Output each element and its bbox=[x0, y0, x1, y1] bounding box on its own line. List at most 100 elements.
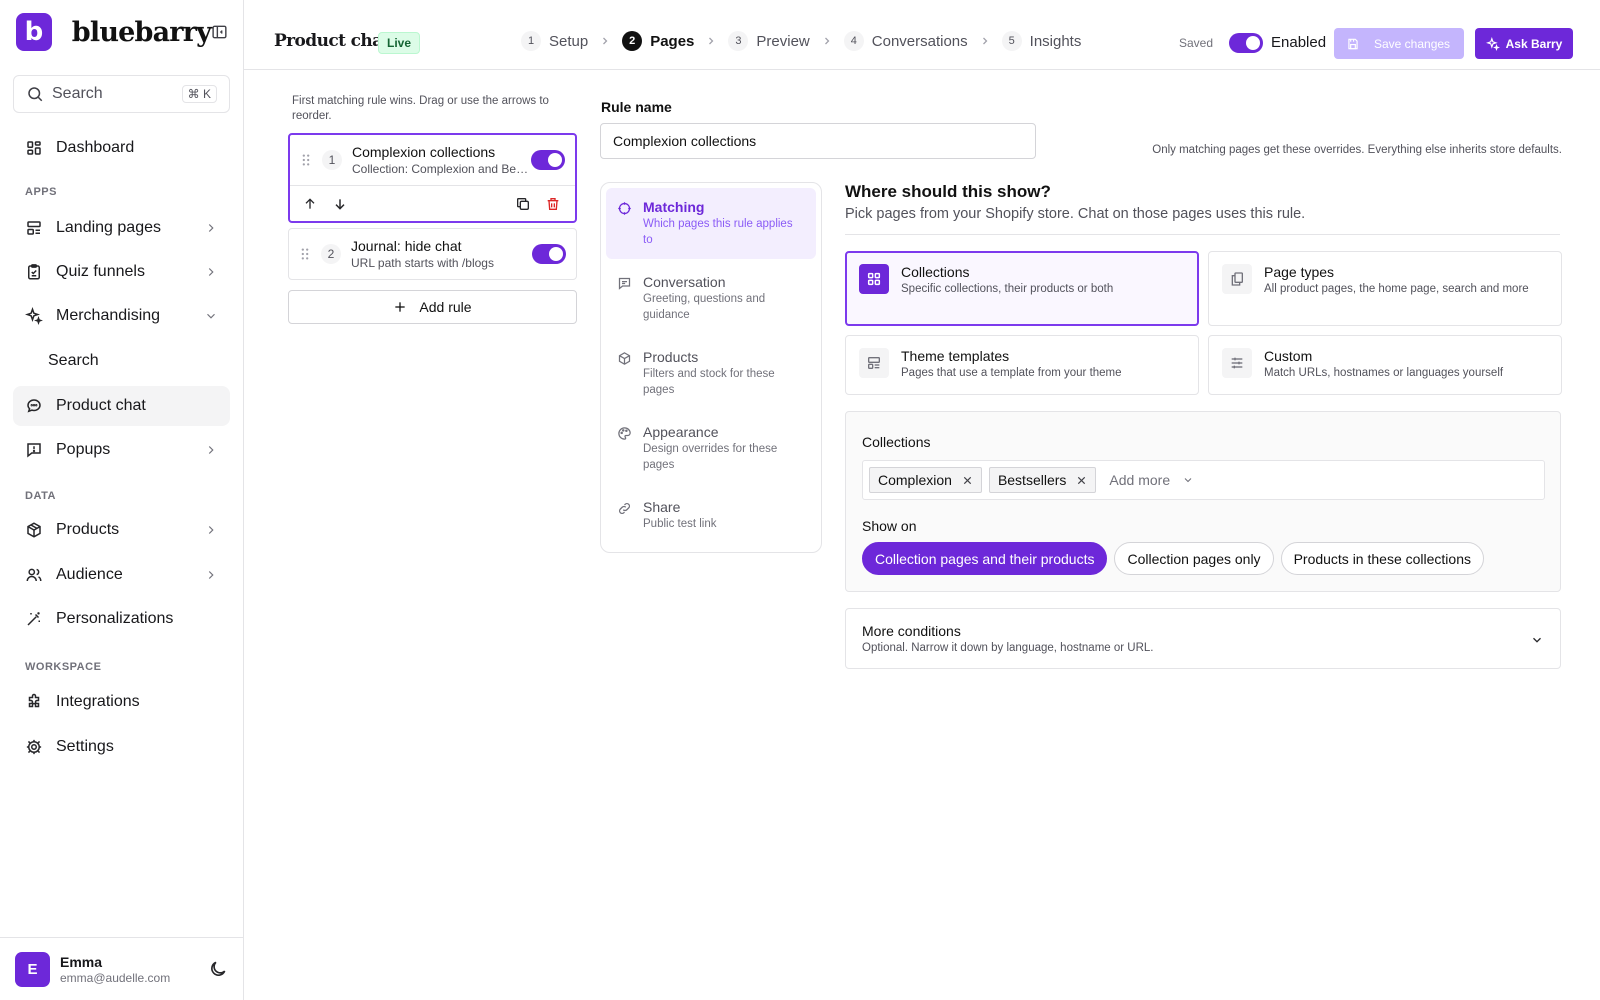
step-setup[interactable]: 1 Setup bbox=[521, 31, 588, 51]
sidebar-item-label: Popups bbox=[56, 441, 111, 458]
rule-toggle[interactable] bbox=[532, 244, 566, 264]
section-label-data: DATA bbox=[25, 490, 56, 502]
inherit-note: Only matching pages get these overrides.… bbox=[1152, 144, 1562, 156]
type-card-page-types[interactable]: Page types All product pages, the home p… bbox=[1208, 251, 1562, 326]
logo[interactable]: b bbox=[16, 13, 52, 51]
palette-icon bbox=[618, 427, 631, 440]
rule-row[interactable]: 1 Complexion collections Collection: Com… bbox=[290, 135, 575, 185]
rule-subtitle: Collection: Complexion and Bestsellers bbox=[352, 162, 531, 176]
duplicate-icon[interactable] bbox=[515, 196, 531, 212]
copy-pages-icon bbox=[1231, 272, 1243, 286]
chevron-right-icon bbox=[709, 37, 714, 45]
rule-name-input[interactable] bbox=[600, 123, 1036, 159]
section-desc: Public test link bbox=[643, 518, 717, 530]
step-number: 4 bbox=[843, 31, 864, 51]
show-on-option[interactable]: Collection pages and their products bbox=[862, 542, 1108, 575]
section-products[interactable]: Products Filters and stock for these pag… bbox=[606, 338, 816, 409]
tag-label: Bestsellers bbox=[997, 472, 1067, 488]
show-on-option[interactable]: Products in these collections bbox=[1280, 542, 1484, 575]
show-on-option[interactable]: Collection pages only bbox=[1114, 542, 1274, 575]
sidebar-item-products[interactable]: Products bbox=[13, 510, 230, 550]
step-label: Pages bbox=[650, 32, 695, 50]
type-title: Page types bbox=[1264, 264, 1335, 280]
sidebar-item-dashboard[interactable]: Dashboard bbox=[13, 128, 230, 168]
rule-title: Journal: hide chat bbox=[351, 238, 462, 254]
sidebar-item-label: Personalizations bbox=[56, 610, 174, 627]
sidebar-item-merchandising-search[interactable]: Search bbox=[13, 341, 230, 381]
drag-handle-icon[interactable] bbox=[300, 153, 312, 167]
step-conversations[interactable]: 4 Conversations bbox=[843, 31, 968, 51]
close-icon[interactable] bbox=[962, 475, 973, 486]
sidebar-item-audience[interactable]: Audience bbox=[13, 555, 230, 595]
section-title: Products bbox=[643, 349, 699, 365]
sidebar-item-quiz-funnels[interactable]: Quiz funnels bbox=[13, 252, 230, 292]
more-conditions-panel[interactable]: More conditions Optional. Narrow it down… bbox=[845, 608, 1561, 669]
brand: b bluebarry bbox=[16, 13, 228, 51]
arrow-down-icon[interactable] bbox=[332, 196, 348, 212]
arrow-up-icon[interactable] bbox=[302, 196, 318, 212]
section-share[interactable]: Share Public test link bbox=[606, 488, 816, 543]
section-desc: Greeting, questions and guidance bbox=[643, 293, 766, 321]
step-nav: 1 Setup 2 Pages 3 Preview 4 Conversation… bbox=[521, 31, 1081, 51]
sidebar-search[interactable]: Search ⌘ K bbox=[13, 75, 230, 113]
type-icon-box bbox=[1222, 348, 1252, 378]
where-title: Where should this show? bbox=[845, 182, 1051, 201]
enabled-label: Enabled bbox=[1271, 34, 1327, 51]
type-card-collections[interactable]: Collections Specific collections, their … bbox=[845, 251, 1199, 326]
step-number: 3 bbox=[728, 31, 749, 51]
chevron-down-icon[interactable] bbox=[1530, 633, 1544, 647]
rule-toggle[interactable] bbox=[531, 150, 565, 170]
enabled-toggle[interactable] bbox=[1229, 33, 1263, 53]
rule-row[interactable]: 2 Journal: hide chat URL path starts wit… bbox=[289, 229, 576, 279]
rules-hint: First matching rule wins. Drag or use th… bbox=[292, 95, 549, 122]
sidebar-item-landing-pages[interactable]: Landing pages bbox=[13, 208, 230, 248]
step-preview[interactable]: 3 Preview bbox=[728, 31, 810, 51]
add-rule-button[interactable]: Add rule bbox=[288, 290, 577, 324]
chevron-right-icon bbox=[208, 446, 214, 454]
add-more-dropdown[interactable]: Add more bbox=[1109, 472, 1194, 488]
drag-handle-icon[interactable] bbox=[299, 247, 311, 261]
page-title: Product chat bbox=[274, 31, 390, 51]
section-conversation[interactable]: Conversation Greeting, questions and gui… bbox=[606, 263, 816, 334]
step-insights[interactable]: 5 Insights bbox=[1001, 31, 1081, 51]
chevron-right-icon bbox=[824, 37, 830, 45]
rule-card[interactable]: 1 Complexion collections Collection: Com… bbox=[288, 133, 577, 223]
rule-card[interactable]: 2 Journal: hide chat URL path starts wit… bbox=[288, 228, 577, 280]
puzzle-icon bbox=[28, 693, 40, 708]
layout-icon bbox=[27, 221, 41, 235]
chevron-right-icon bbox=[603, 37, 608, 45]
rule-title: Complexion collections bbox=[352, 144, 496, 160]
step-number: 2 bbox=[622, 31, 643, 51]
save-changes-label: Save changes bbox=[1374, 36, 1451, 51]
save-changes-button[interactable]: Save changes bbox=[1334, 28, 1464, 59]
type-desc: Specific collections, their products or … bbox=[901, 283, 1114, 295]
collections-tag-input[interactable]: Complexion Bestsellers Add more bbox=[862, 460, 1545, 500]
close-icon[interactable] bbox=[1076, 475, 1087, 486]
type-desc: All product pages, the home page, search… bbox=[1264, 283, 1529, 295]
sidebar-item-merchandising[interactable]: Merchandising bbox=[13, 296, 230, 336]
rule-number: 2 bbox=[321, 244, 341, 264]
sidebar-item-integrations[interactable]: Integrations bbox=[13, 682, 230, 722]
search-shortcut: ⌘ K bbox=[181, 85, 217, 103]
avatar[interactable]: E bbox=[15, 951, 50, 987]
chevron-right-icon bbox=[208, 224, 214, 232]
section-matching[interactable]: Matching Which pages this rule applies t… bbox=[606, 188, 816, 259]
sidebar-item-product-chat[interactable]: Product chat bbox=[13, 386, 230, 426]
moon-icon[interactable] bbox=[208, 959, 228, 979]
sidebar-item-popups[interactable]: Popups bbox=[13, 430, 230, 470]
step-pages[interactable]: 2 Pages bbox=[622, 31, 694, 51]
section-title: Matching bbox=[643, 199, 705, 215]
section-desc: Which pages this rule applies to bbox=[643, 218, 793, 246]
type-title: Collections bbox=[901, 264, 970, 280]
type-card-theme-templates[interactable]: Theme templates Pages that use a templat… bbox=[845, 335, 1199, 395]
rule-number: 1 bbox=[322, 150, 342, 170]
ask-barry-button[interactable]: Ask Barry bbox=[1475, 28, 1573, 59]
type-card-custom[interactable]: Custom Match URLs, hostnames or language… bbox=[1208, 335, 1562, 395]
template-icon bbox=[868, 357, 880, 369]
sidebar-item-settings[interactable]: Settings bbox=[13, 727, 230, 767]
trash-icon[interactable] bbox=[545, 196, 561, 212]
sidebar-item-personalizations[interactable]: Personalizations bbox=[13, 599, 230, 639]
section-appearance[interactable]: Appearance Design overrides for these pa… bbox=[606, 413, 816, 484]
sidebar-collapse-icon[interactable] bbox=[211, 23, 228, 41]
rule-name-label: Rule name bbox=[601, 99, 672, 115]
